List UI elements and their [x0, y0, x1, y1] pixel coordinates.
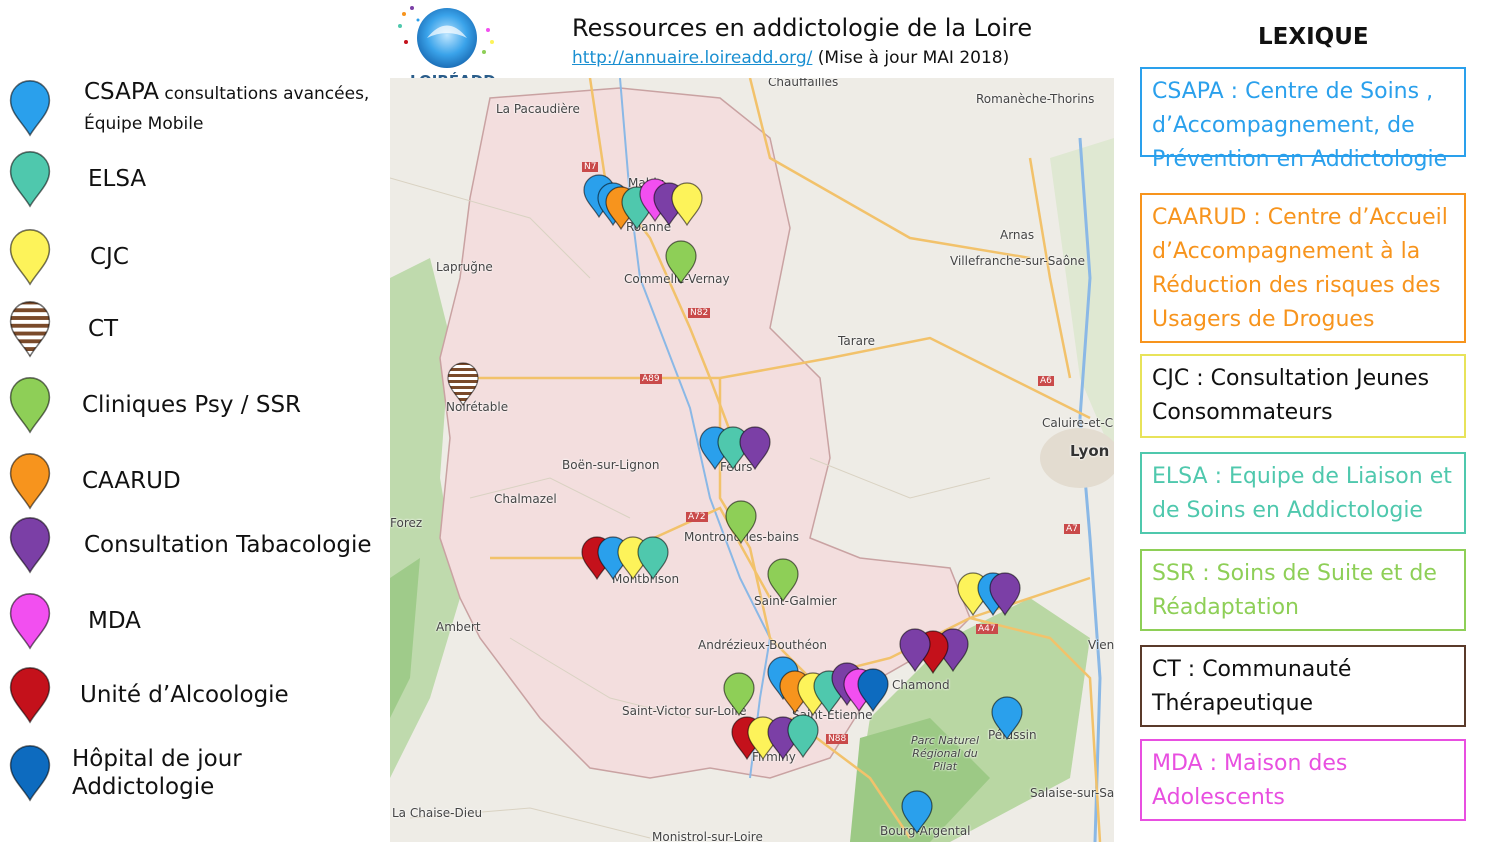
legend-label: MDA — [88, 608, 141, 634]
legend-item-h-pital-de-jour-addictologie: Hôpital de jour Addictologie — [8, 744, 390, 802]
place-label: Arnas — [1000, 228, 1035, 242]
place-label: Parc Naturel Régional du Pilat — [910, 734, 980, 773]
map-pin-cliniques-psy-ssr-icon[interactable] — [722, 672, 756, 716]
legend-item-cjc: CJC — [8, 228, 129, 286]
update-date: (Mise à jour MAI 2018) — [817, 48, 1010, 68]
page-title: Ressources en addictologie de la Loire — [572, 14, 1033, 42]
place-label: A47 — [976, 624, 998, 634]
map-pin-cjc-icon[interactable] — [670, 182, 704, 226]
place-label: Forez — [390, 516, 423, 530]
legend-label: ELSA — [88, 166, 147, 192]
legend-pin-icon — [9, 453, 51, 510]
map-pin-h-pital-de-jour-addictologie-icon[interactable] — [856, 668, 890, 712]
legend-pin-icon — [9, 301, 51, 358]
legend-pin-icon — [9, 593, 51, 650]
place-label: A89 — [640, 374, 662, 384]
directory-link[interactable]: http://annuaire.loireadd.org/ — [572, 48, 812, 68]
legend-label: CJC — [90, 244, 129, 270]
lexique-entry: MDA : Maison des Adolescents — [1140, 739, 1466, 821]
lexique-entry: CAARUD : Centre d’Accueil d’Accompagneme… — [1140, 193, 1466, 343]
place-label: Chalmazel — [494, 492, 557, 506]
map-pin-cliniques-psy-ssr-icon[interactable] — [664, 240, 698, 284]
map-pin-consultation-tabacologie-icon[interactable] — [738, 426, 772, 470]
lexique-title: LEXIQUE — [1258, 24, 1369, 50]
map-pin-cliniques-psy-ssr-icon[interactable] — [724, 500, 758, 544]
place-label: Salaise-sur-Sanne — [1030, 786, 1114, 800]
lexique-entry: ELSA : Equipe de Liaison et de Soins en … — [1140, 452, 1466, 534]
map-pin-elsa-icon[interactable] — [786, 714, 820, 758]
legend-item-cliniques-psy-ssr: Cliniques Psy / SSR — [8, 376, 301, 434]
map-pin-cliniques-psy-ssr-icon[interactable] — [766, 558, 800, 602]
place-label: Vienne — [1088, 638, 1114, 652]
place-label: A72 — [686, 512, 708, 522]
place-label: N7 — [582, 162, 599, 172]
legend-item-elsa: ELSA — [8, 150, 146, 208]
legend-pin-icon — [9, 229, 51, 286]
legend-pin-icon — [9, 745, 51, 802]
legend-pin-icon — [9, 377, 51, 434]
place-label: Andrézieux-Bouthéon — [698, 638, 827, 652]
place-label: Monistrol-sur-Loire — [652, 830, 763, 842]
place-label: Lapruğne — [436, 260, 493, 274]
place-label: La Pacaudière — [496, 102, 580, 116]
lexique-entry: CSAPA : Centre de Soins , d’Accompagneme… — [1140, 67, 1466, 172]
legend-label: CSAPA consultations avancées, Équipe Mobi… — [84, 79, 370, 134]
map-pin-csapa-icon[interactable] — [990, 696, 1024, 740]
legend-item-caarud: CAARUD — [8, 452, 181, 510]
legend-item-mda: MDA — [8, 592, 141, 650]
place-label: A7 — [1064, 524, 1080, 534]
map-pin-consultation-tabacologie-icon[interactable] — [898, 628, 932, 672]
place-label: Chauffailles — [768, 78, 839, 89]
place-label: Lyon — [1070, 442, 1110, 460]
place-label: Tarare — [838, 334, 876, 348]
legend-label: CAARUD — [82, 468, 181, 494]
subtitle: http://annuaire.loireadd.org/ (Mise à jo… — [572, 48, 1009, 68]
place-label: N82 — [688, 308, 711, 318]
legend-item-unit-d-alcoologie: Unité d’Alcoologie — [8, 666, 289, 724]
place-label: Villefranche-sur-Saône — [950, 254, 1086, 268]
place-label: La Chaise-Dieu — [392, 806, 483, 820]
legend-label: Consultation Tabacologie — [84, 532, 372, 558]
lexique-entry: SSR : Soins de Suite et de Réadaptation — [1140, 549, 1466, 631]
legend-label: Cliniques Psy / SSR — [82, 392, 302, 418]
map-pin-ct-icon[interactable] — [446, 362, 480, 406]
place-label: A6 — [1038, 376, 1054, 386]
legend-pin-icon — [9, 80, 51, 137]
legend-pin-icon — [9, 151, 51, 208]
lexique-entry: CJC : Consultation Jeunes Consommateurs — [1140, 354, 1466, 438]
legend-item-csapa: CSAPA consultations avancées, Équipe Mobi… — [8, 78, 369, 138]
map-pin-consultation-tabacologie-icon[interactable] — [988, 572, 1022, 616]
legend-item-consultation-tabacologie: Consultation Tabacologie — [8, 516, 372, 574]
legend-label: Unité d’Alcoologie — [80, 682, 289, 708]
place-label: Chamond — [892, 678, 950, 692]
place-label: Romanèche-Thorins — [976, 92, 1095, 106]
place-label: Caluire-et-C — [1042, 416, 1114, 430]
legend-label: Hôpital de jour Addictologie — [72, 746, 242, 800]
legend-pin-icon — [9, 517, 51, 574]
loire-map[interactable]: ChauffaillesLa PacaudièreMablyRoanneRoma… — [390, 78, 1114, 842]
place-label: N88 — [826, 734, 849, 744]
legend-item-ct: CT — [8, 300, 118, 358]
legend-pin-icon — [9, 667, 51, 724]
map-pin-csapa-icon[interactable] — [900, 790, 934, 834]
place-label: Boën-sur-Lignon — [562, 458, 660, 472]
legend-panel: CSAPA consultations avancées, Équipe Mobi… — [0, 0, 390, 842]
legend-label: CT — [88, 316, 119, 342]
place-label: Ambert — [436, 620, 481, 634]
lexique-entry: CT : Communauté Thérapeutique — [1140, 645, 1466, 727]
map-pin-elsa-icon[interactable] — [636, 536, 670, 580]
